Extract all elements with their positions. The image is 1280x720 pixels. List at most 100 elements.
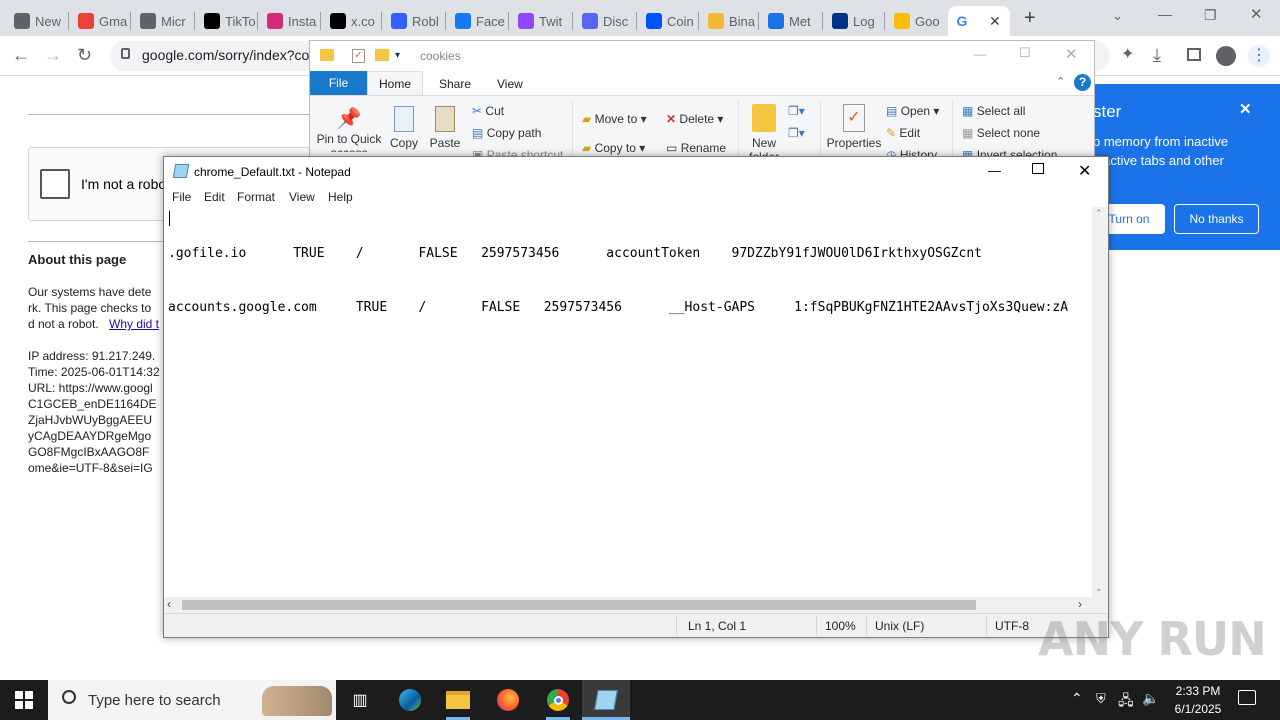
new-item-icon[interactable]: ❐▾ bbox=[788, 104, 805, 118]
tab-7[interactable]: Robl bbox=[385, 6, 443, 36]
menu-file[interactable]: File bbox=[172, 190, 191, 204]
tab-2[interactable]: Gma bbox=[72, 6, 130, 36]
memory-saver-popup: ster ✕ p memory from inactive y active t… bbox=[1085, 84, 1280, 250]
new-folder-button[interactable]: New folder bbox=[746, 104, 782, 164]
explorer-minimize-icon[interactable]: — bbox=[974, 47, 986, 61]
menu-icon[interactable]: ⋮ bbox=[1248, 45, 1270, 67]
tab-11[interactable]: Coin bbox=[640, 6, 698, 36]
tab-home[interactable]: Home bbox=[367, 71, 423, 96]
tab-3[interactable]: Micr bbox=[134, 6, 192, 36]
tab-14[interactable]: Log bbox=[826, 6, 884, 36]
menu-help[interactable]: Help bbox=[328, 190, 353, 204]
menu-format[interactable]: Format bbox=[237, 190, 275, 204]
volume-icon[interactable]: 🔈 bbox=[1142, 690, 1159, 707]
notepad-minimize-icon[interactable]: — bbox=[988, 163, 1001, 178]
side-panel-icon[interactable] bbox=[1187, 48, 1201, 61]
show-hidden-icons[interactable]: ⌃ bbox=[1071, 690, 1083, 707]
captcha-checkbox[interactable] bbox=[40, 169, 70, 199]
vertical-scrollbar[interactable]: ⌃ ⌄ bbox=[1092, 207, 1108, 597]
tab-separator bbox=[508, 12, 509, 30]
resize-corner[interactable] bbox=[1092, 597, 1108, 613]
tab-share[interactable]: Share bbox=[439, 77, 471, 91]
rename-button[interactable]: ▭ Rename bbox=[666, 141, 726, 157]
popup-close-icon[interactable]: ✕ bbox=[1239, 100, 1252, 118]
collapse-ribbon-icon[interactable]: ⌃ bbox=[1056, 75, 1065, 88]
scroll-right-icon[interactable]: › bbox=[1078, 597, 1082, 611]
reload-icon[interactable]: ↻ bbox=[77, 45, 92, 65]
open-button[interactable]: ▤ Open ▾ bbox=[886, 104, 939, 118]
tab-view[interactable]: View bbox=[497, 77, 523, 91]
easy-access-icon[interactable]: ❐▾ bbox=[788, 126, 805, 140]
why-link[interactable]: Why did t bbox=[109, 317, 159, 331]
tab-8[interactable]: Face bbox=[449, 6, 507, 36]
explorer-close-icon[interactable]: ✕ bbox=[1065, 45, 1078, 63]
forward-icon[interactable]: → bbox=[44, 45, 62, 65]
notepad-maximize-icon[interactable] bbox=[1032, 163, 1044, 174]
download-icon[interactable]: ⤓ bbox=[1153, 45, 1161, 65]
notepad-taskbar-icon[interactable] bbox=[582, 680, 630, 720]
horizontal-scrollbar[interactable]: ‹ › bbox=[164, 597, 1092, 613]
firefox-icon[interactable] bbox=[484, 680, 532, 720]
scroll-left-icon[interactable]: ‹ bbox=[167, 597, 171, 611]
notepad-close-icon[interactable]: ✕ bbox=[1078, 161, 1091, 181]
start-button[interactable] bbox=[0, 680, 48, 720]
paste-button[interactable]: Paste bbox=[427, 106, 463, 150]
tab-10[interactable]: Disc bbox=[576, 6, 634, 36]
pin-label-2: access bbox=[314, 146, 384, 152]
copy-button[interactable]: Copy bbox=[386, 106, 422, 150]
profile-avatar[interactable] bbox=[1216, 46, 1236, 66]
menu-edit[interactable]: Edit bbox=[204, 190, 225, 204]
tab-4[interactable]: TikTo bbox=[198, 6, 256, 36]
clock-date[interactable]: 6/1/2025 bbox=[1170, 702, 1226, 716]
notifications-icon[interactable] bbox=[1238, 690, 1256, 705]
tab-12[interactable]: Bina bbox=[702, 6, 760, 36]
copy-to-button[interactable]: ▰ Copy to ▾ bbox=[582, 141, 645, 157]
tab-5[interactable]: Insta bbox=[261, 6, 319, 36]
security-icon[interactable]: ⛨ bbox=[1096, 691, 1106, 707]
extensions-icon[interactable]: ✦ bbox=[1121, 45, 1134, 65]
tab-search-icon[interactable]: ⌄ bbox=[1112, 6, 1123, 26]
tab-favicon-icon bbox=[78, 13, 94, 29]
scroll-down-icon[interactable]: ⌄ bbox=[1095, 583, 1103, 594]
tab-close-icon[interactable]: ✕ bbox=[989, 13, 1001, 30]
network-icon[interactable]: 🖧 bbox=[1118, 690, 1134, 714]
restore-icon[interactable]: ❐ bbox=[1204, 5, 1217, 25]
tab-file[interactable]: File bbox=[310, 71, 367, 95]
explorer-maximize-icon[interactable]: ☐ bbox=[1019, 45, 1031, 61]
tab-15[interactable]: Goo bbox=[888, 6, 946, 36]
chrome-icon[interactable] bbox=[534, 680, 582, 720]
horizontal-scroll-thumb[interactable] bbox=[182, 600, 976, 610]
properties-button[interactable]: ✓ Properties bbox=[824, 104, 884, 164]
edit-button[interactable]: ✎ Edit bbox=[886, 126, 920, 140]
pin-quick-access-button[interactable]: 📌 Pin to Quick access bbox=[314, 106, 384, 152]
tab-active[interactable]: G ✕ bbox=[948, 6, 1010, 36]
minimize-icon[interactable]: — bbox=[1158, 4, 1172, 24]
tab-6[interactable]: x.co bbox=[324, 6, 382, 36]
tab-13[interactable]: Met bbox=[762, 6, 820, 36]
task-view-icon[interactable]: ▥ bbox=[336, 680, 384, 720]
tab-1[interactable]: New bbox=[8, 6, 66, 36]
tab-label: Micr bbox=[161, 13, 186, 29]
file-explorer-icon[interactable] bbox=[434, 680, 482, 720]
help-icon[interactable]: ? bbox=[1074, 74, 1091, 91]
menu-view[interactable]: View bbox=[289, 190, 315, 204]
no-thanks-button[interactable]: No thanks bbox=[1174, 204, 1259, 234]
copy-path-button[interactable]: ▤ Copy path bbox=[472, 126, 541, 140]
edge-icon[interactable] bbox=[386, 680, 434, 720]
tab-9[interactable]: Twit bbox=[512, 6, 570, 36]
close-window-icon[interactable]: ✕ bbox=[1250, 5, 1263, 25]
back-icon[interactable]: ← bbox=[12, 45, 30, 65]
tab-separator bbox=[257, 12, 258, 30]
new-folder-qa-icon[interactable] bbox=[375, 49, 389, 61]
new-tab-icon[interactable]: + bbox=[1024, 8, 1036, 28]
select-none-button[interactable]: ▦ Select none bbox=[962, 126, 1040, 140]
qa-dropdown-icon[interactable]: ▾ bbox=[395, 50, 400, 61]
properties-qa-icon[interactable]: ✓ bbox=[352, 49, 365, 63]
scroll-up-icon[interactable]: ⌃ bbox=[1095, 208, 1103, 219]
cut-button[interactable]: ✂ Cut bbox=[472, 104, 504, 118]
notepad-text-area[interactable]: .gofile.io TRUE / FALSE 2597573456 accou… bbox=[168, 209, 1092, 599]
clock-time[interactable]: 2:33 PM bbox=[1174, 684, 1222, 698]
delete-button[interactable]: ✕ Delete ▾ bbox=[666, 112, 723, 126]
move-to-button[interactable]: ▰ Move to ▾ bbox=[582, 112, 647, 126]
select-all-button[interactable]: ▦ Select all bbox=[962, 104, 1025, 118]
